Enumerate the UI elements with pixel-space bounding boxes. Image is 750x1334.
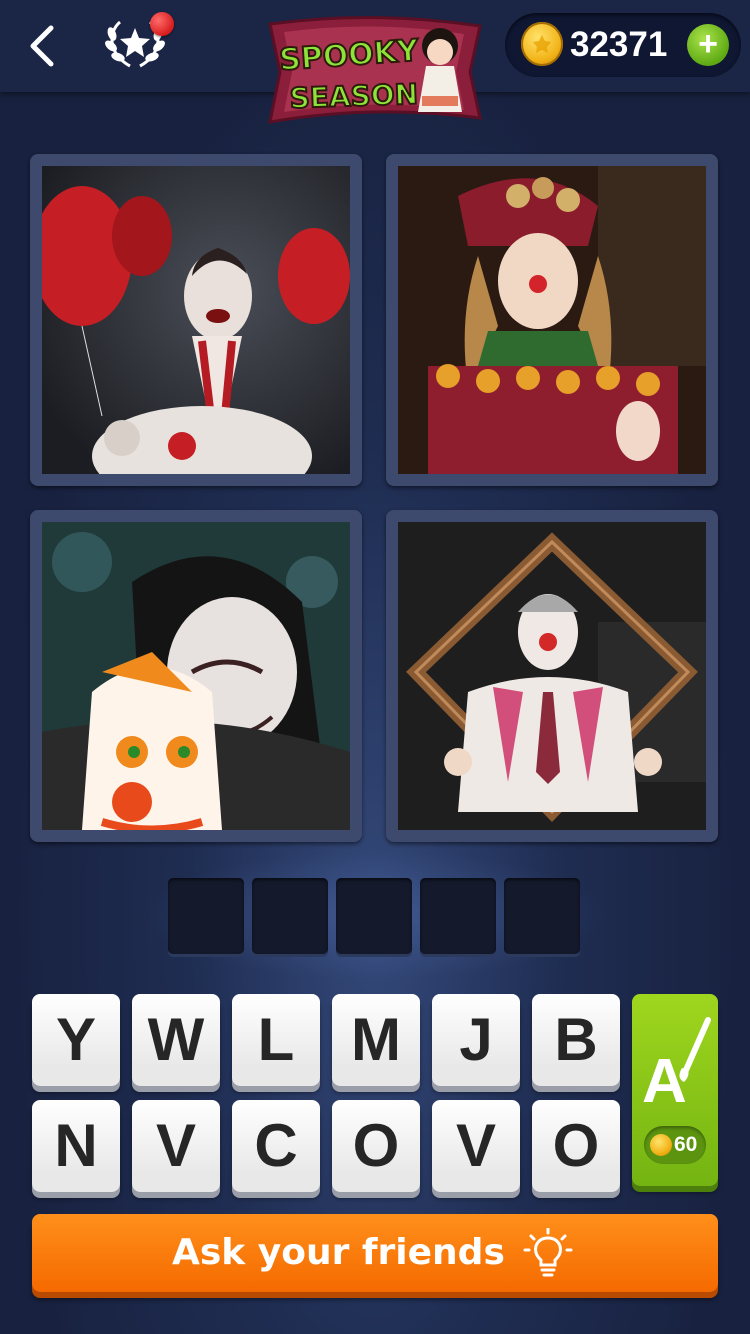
svg-text:A: A — [642, 1047, 687, 1110]
notification-badge — [150, 12, 174, 36]
picture-clown-doll — [398, 166, 706, 474]
top-bar: SPOOKY SEASON 32371 + — [0, 0, 750, 124]
letter-key-1[interactable]: Y — [32, 994, 120, 1086]
picture-clown-frame — [398, 522, 706, 830]
picture-tile-1[interactable] — [30, 154, 362, 486]
letter-key-6[interactable]: B — [532, 994, 620, 1086]
letter-key-2[interactable]: W — [132, 994, 220, 1086]
coin-count: 32371 — [570, 25, 668, 64]
reveal-letter-hint-button[interactable]: A 60 — [632, 994, 718, 1186]
plus-icon: + — [698, 25, 718, 63]
hint-cost-badge: 60 — [644, 1126, 706, 1164]
letter-key-8[interactable]: V — [132, 1100, 220, 1192]
letter-brush-icon: A — [642, 1017, 711, 1110]
logo-line2: SEASON — [289, 78, 418, 115]
picture-tile-3[interactable] — [30, 510, 362, 842]
letter-key-12[interactable]: O — [532, 1100, 620, 1192]
answer-slot-2[interactable] — [252, 878, 328, 954]
answer-slot-3[interactable] — [336, 878, 412, 954]
answer-slot-1[interactable] — [168, 878, 244, 954]
letter-key-5[interactable]: J — [432, 994, 520, 1086]
picture-tile-4[interactable] — [386, 510, 718, 842]
coin-balance: 32371 + — [505, 13, 741, 77]
picture-clown-balloons — [42, 166, 350, 474]
coin-icon — [521, 22, 563, 66]
picture-clown-mask — [42, 522, 350, 830]
letter-key-4[interactable]: M — [332, 994, 420, 1086]
ask-friends-button[interactable]: Ask your friends — [32, 1214, 718, 1292]
answer-slot-5[interactable] — [504, 878, 580, 954]
letter-key-11[interactable]: V — [432, 1100, 520, 1192]
spooky-season-logo: SPOOKY SEASON — [264, 12, 486, 130]
back-button[interactable] — [18, 20, 66, 72]
answer-slot-4[interactable] — [420, 878, 496, 954]
chevron-left-icon — [30, 25, 54, 67]
lightbulb-icon — [523, 1228, 573, 1277]
letter-key-10[interactable]: O — [332, 1100, 420, 1192]
letter-key-7[interactable]: N — [32, 1100, 120, 1192]
ask-friends-label: Ask your friends — [172, 1232, 505, 1273]
letter-key-9[interactable]: C — [232, 1100, 320, 1192]
hint-cost: 60 — [674, 1133, 698, 1156]
picture-tile-2[interactable] — [386, 154, 718, 486]
add-coins-button[interactable]: + — [687, 24, 729, 66]
coin-icon — [650, 1134, 672, 1156]
letter-key-3[interactable]: L — [232, 994, 320, 1086]
